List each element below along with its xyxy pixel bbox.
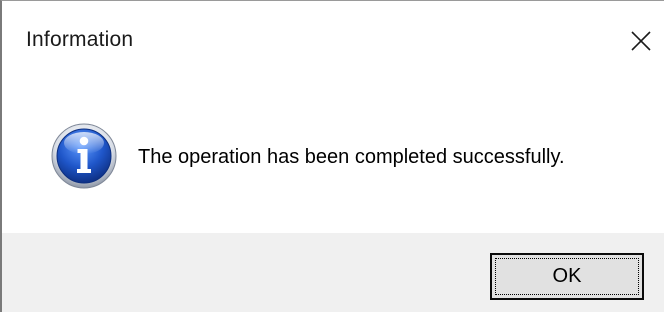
dialog-content: The operation has been completed success… bbox=[2, 75, 664, 233]
close-button[interactable] bbox=[618, 19, 664, 63]
information-dialog: Information The operation has been compl… bbox=[0, 0, 664, 312]
button-bar: OK bbox=[2, 233, 664, 312]
info-icon bbox=[51, 123, 117, 189]
ok-focus-rect: OK bbox=[495, 258, 639, 295]
dialog-title: Information bbox=[26, 28, 134, 51]
message-text: The operation has been completed success… bbox=[138, 146, 565, 168]
ok-label: OK bbox=[552, 265, 582, 287]
close-icon bbox=[631, 31, 651, 51]
title-bar[interactable]: Information bbox=[2, 1, 664, 75]
ok-button[interactable]: OK bbox=[490, 253, 644, 300]
